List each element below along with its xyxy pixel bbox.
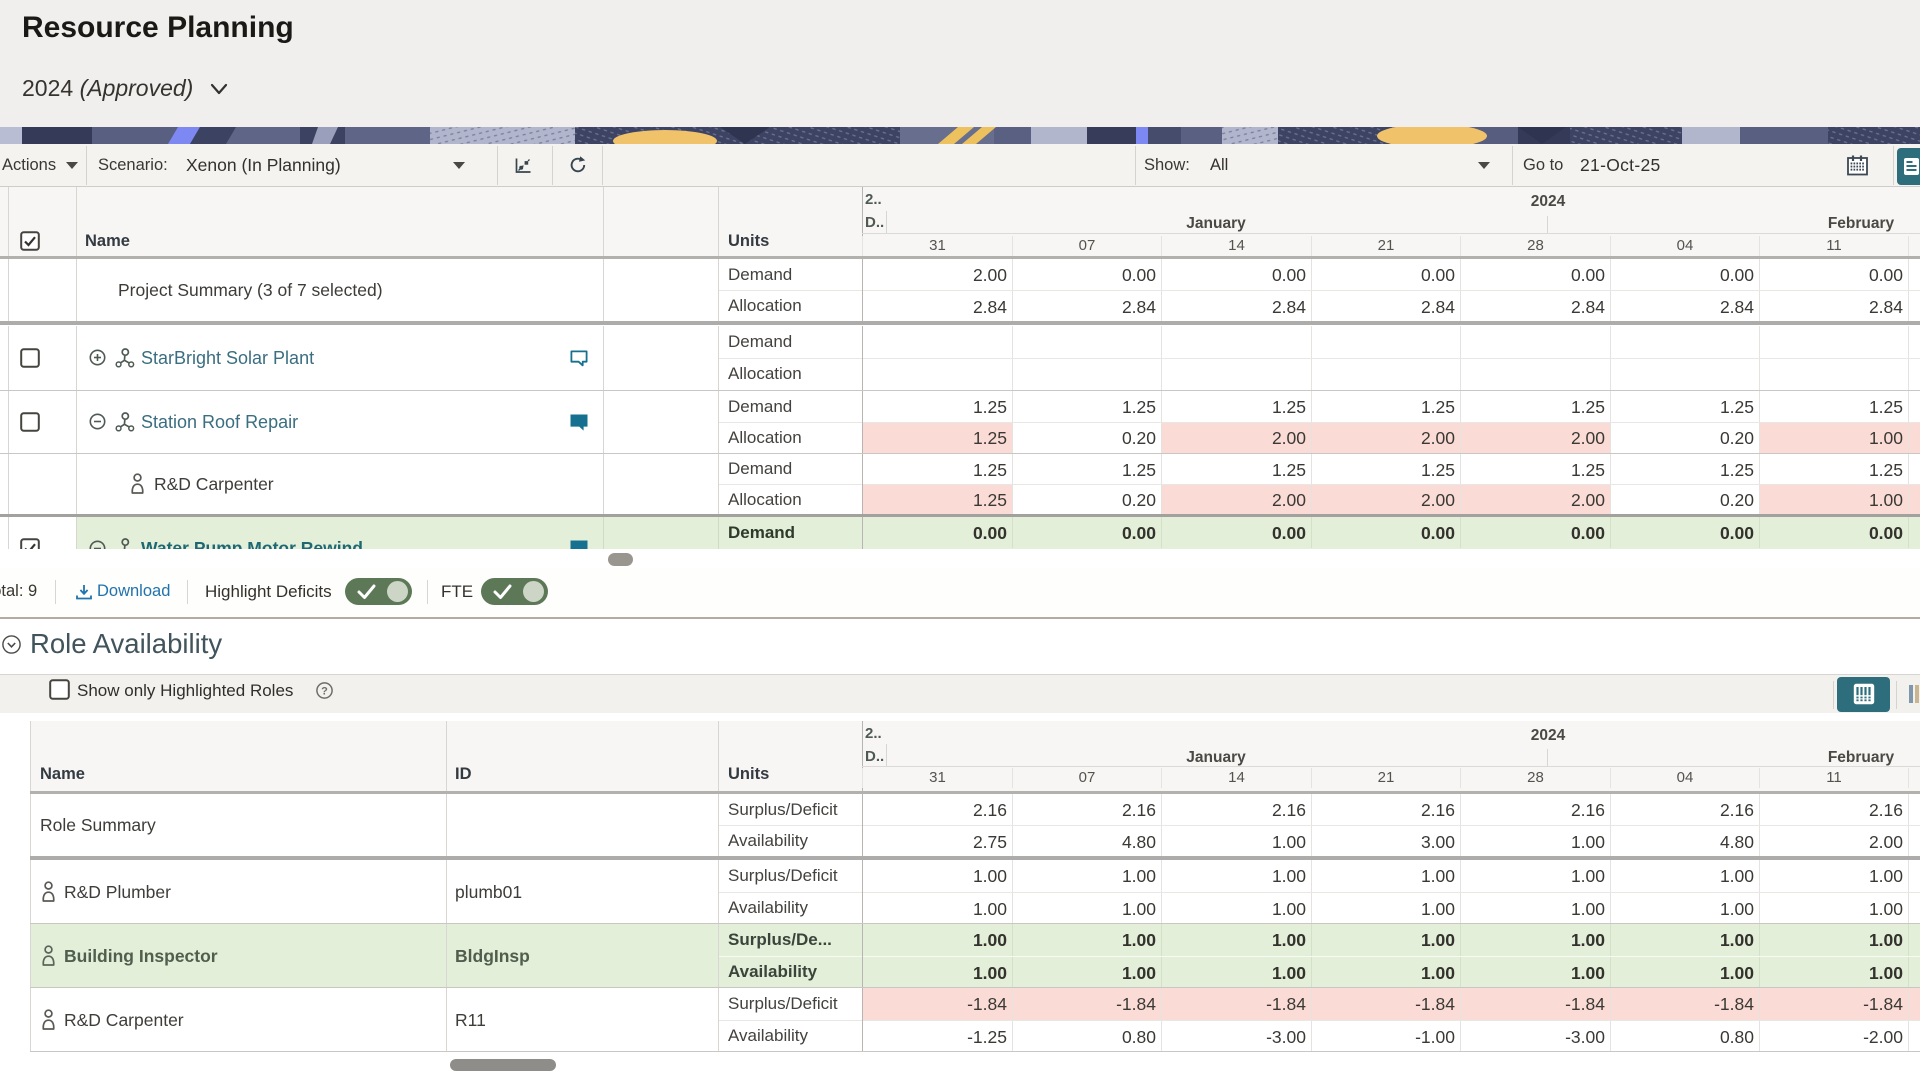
svg-text:?: ? (321, 685, 328, 697)
